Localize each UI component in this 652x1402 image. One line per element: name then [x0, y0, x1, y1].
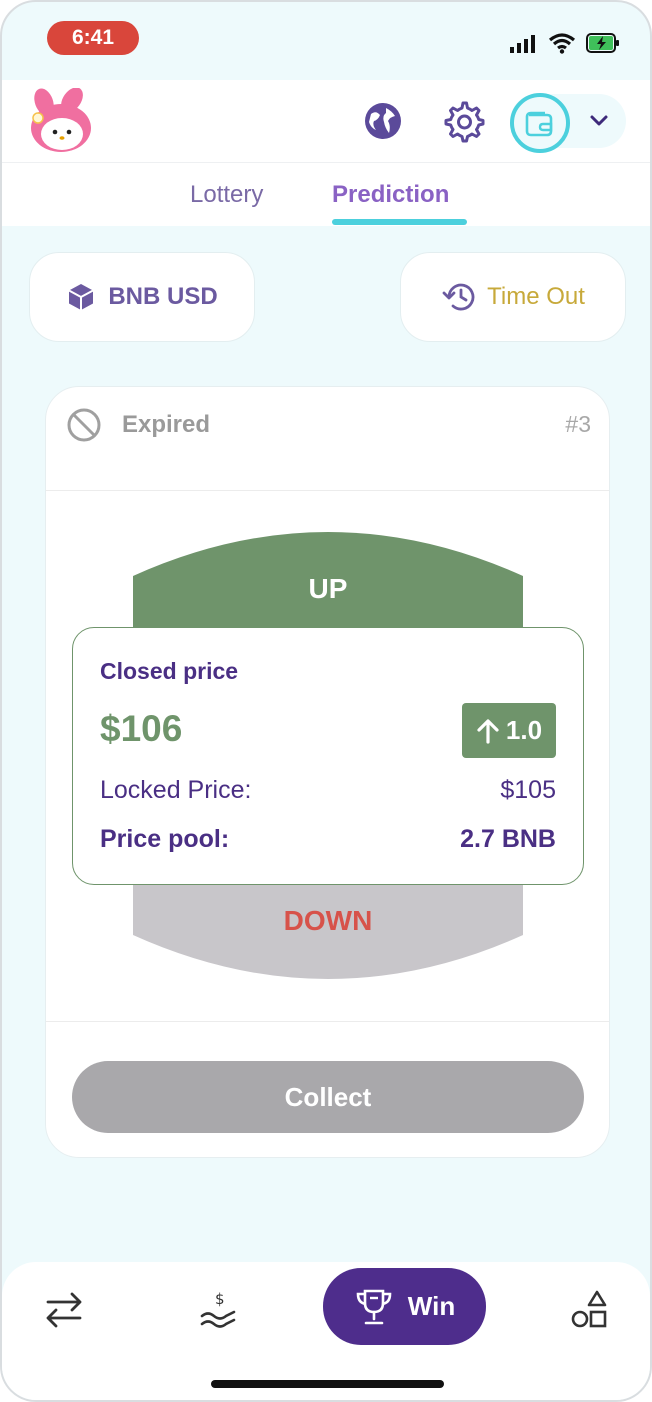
closed-price-value: $106: [100, 708, 183, 749]
history-icon: [442, 283, 475, 311]
card-header: Expired #3: [46, 387, 609, 491]
closed-price-title: Closed price: [100, 658, 239, 684]
wallet-menu[interactable]: [510, 93, 626, 153]
round-state-label: Expired: [122, 411, 211, 438]
round-status-label: Time Out: [487, 283, 585, 310]
cube-icon: [68, 284, 94, 310]
price-pool-label: Price pool:: [100, 825, 230, 853]
price-pool-value: 2.7 BNB: [460, 825, 556, 853]
melody-logo[interactable]: [26, 88, 96, 154]
tab-lottery[interactable]: Lottery: [190, 181, 263, 209]
up-label: UP: [308, 573, 348, 604]
wallet-icon: [525, 111, 553, 137]
svg-text:$: $: [215, 1290, 225, 1308]
down-label: DOWN: [283, 905, 373, 936]
shapes-icon[interactable]: [568, 1288, 612, 1332]
price-change-value: 1.0: [505, 715, 543, 745]
trophy-icon: [356, 1289, 392, 1324]
chevron-down-icon[interactable]: [587, 108, 611, 132]
locked-price-value: $105: [500, 776, 556, 804]
home-indicator: [211, 1380, 444, 1388]
swap-icon[interactable]: [42, 1288, 86, 1332]
wallet-button[interactable]: [510, 93, 570, 153]
status-time: 6:41: [47, 21, 139, 55]
collect-button[interactable]: Collect: [72, 1061, 584, 1133]
phone-screen: 6:41 Lottery Prediction BNB USD Time Out…: [0, 0, 652, 1402]
nav-win-button[interactable]: Win: [323, 1268, 486, 1345]
tab-prediction[interactable]: Prediction: [332, 181, 449, 209]
round-status-pill[interactable]: Time Out: [400, 252, 626, 342]
tab-bar: Lottery Prediction: [2, 162, 650, 226]
gear-icon[interactable]: [441, 99, 485, 143]
ban-icon: [67, 408, 101, 442]
price-box: Closed price $106 1.0 Locked Price: $105…: [72, 627, 584, 885]
status-icons: [510, 30, 620, 56]
locked-price-label: Locked Price:: [100, 776, 252, 804]
round-number: #3: [565, 411, 591, 437]
signal-icon: [510, 35, 535, 53]
pair-selector[interactable]: BNB USD: [29, 252, 255, 342]
bottom-nav: $ Win: [2, 1262, 650, 1400]
earn-icon[interactable]: $: [196, 1288, 240, 1332]
prediction-card: Expired #3 UP DOWN Closed price $106 1.0…: [45, 386, 610, 1158]
globe-icon[interactable]: [362, 100, 404, 142]
card-divider: [46, 1021, 609, 1022]
arrow-up-icon: [477, 718, 499, 744]
battery-charging-icon: [586, 33, 619, 53]
app-header: [2, 80, 650, 162]
wifi-icon: [548, 33, 576, 54]
pair-label: BNB USD: [108, 283, 218, 310]
active-tab-indicator: [332, 219, 467, 225]
nav-win-label: Win: [407, 1291, 456, 1321]
status-bar: 6:41: [2, 2, 650, 80]
price-change-badge: 1.0: [462, 703, 556, 758]
